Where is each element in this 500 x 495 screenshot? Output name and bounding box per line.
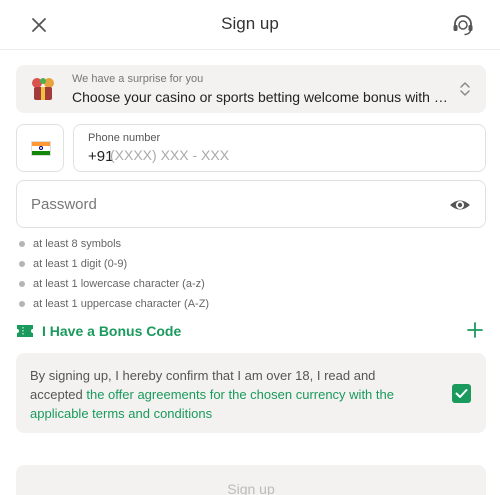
chevron-up-down-icon (460, 82, 470, 96)
phone-label: Phone number (88, 132, 161, 144)
gift-image (32, 78, 54, 100)
bonus-code-label: I Have a Bonus Code (42, 323, 182, 339)
password-rule: at least 1 lowercase character (a-z) (19, 277, 209, 297)
signup-button-label: Sign up (227, 481, 275, 495)
header: Sign up (0, 0, 500, 50)
password-rule: at least 1 digit (0-9) (19, 257, 209, 277)
consent-text: By signing up, I hereby confirm that I a… (30, 368, 394, 421)
password-field[interactable] (16, 180, 486, 228)
signup-button[interactable]: Sign up (16, 465, 486, 495)
bonus-hint: We have a surprise for you (72, 73, 204, 85)
bonus-code-toggle[interactable]: I Have a Bonus Code (16, 321, 486, 343)
headset-icon (453, 15, 473, 36)
phone-field[interactable]: Phone number +91 (73, 124, 486, 172)
plus-icon[interactable] (466, 321, 484, 339)
password-rule: at least 8 symbols (19, 237, 209, 257)
country-selector[interactable] (16, 124, 64, 172)
ticket-icon (17, 325, 33, 337)
checkmark-icon (455, 389, 468, 398)
consent-block: By signing up, I hereby confirm that I a… (16, 353, 486, 433)
phone-input[interactable] (110, 147, 410, 163)
india-flag-icon (31, 141, 51, 156)
password-rule: at least 1 uppercase character (A-Z) (19, 297, 209, 317)
password-rules: at least 8 symbols at least 1 digit (0-9… (19, 237, 209, 317)
password-input[interactable] (31, 196, 431, 213)
consent-checkbox[interactable] (452, 384, 471, 403)
page-title: Sign up (221, 14, 279, 33)
eye-icon[interactable] (449, 195, 471, 215)
bonus-selected-value: Choose your casino or sports betting wel… (72, 89, 448, 105)
support-button[interactable] (450, 12, 476, 38)
bonus-selector[interactable]: We have a surprise for you Choose your c… (16, 65, 486, 113)
